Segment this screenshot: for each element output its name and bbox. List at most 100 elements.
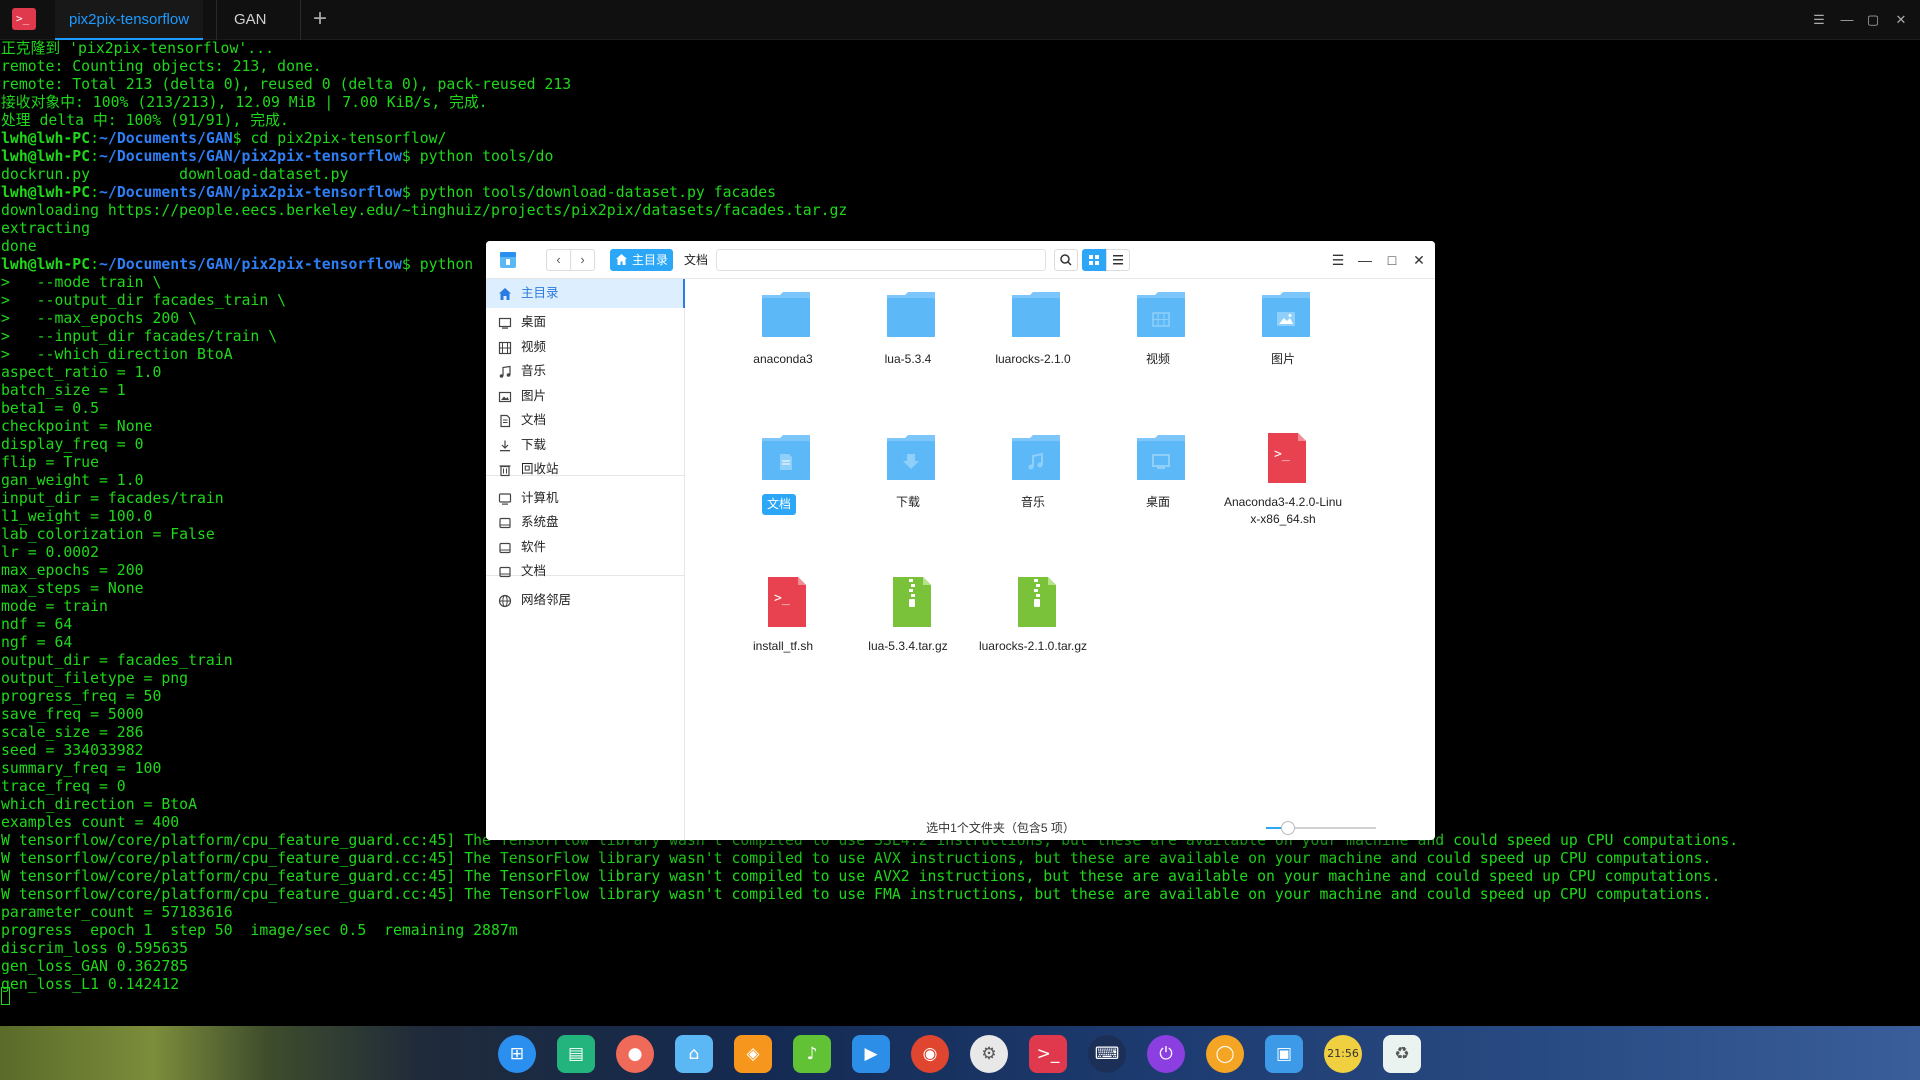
icon-view-button[interactable]: [1082, 249, 1106, 271]
file-name: 下载: [895, 495, 920, 509]
recycle-bin-icon[interactable]: ♻: [1383, 1035, 1421, 1073]
prompt-user: lwh@lwh-PC: [1, 256, 91, 273]
minimize-button[interactable]: —: [1834, 0, 1860, 40]
terminal-text: $ python tools/do: [401, 148, 554, 165]
prompt-user: lwh@lwh-PC: [1, 148, 91, 165]
list-icon: [1113, 255, 1123, 265]
folder-item[interactable]: 桌面: [1098, 432, 1218, 552]
sidebar-item[interactable]: 文档: [486, 557, 685, 586]
terminal-line: remote: Total 213 (delta 0), reused 0 (d…: [1, 76, 1919, 94]
sidebar-item[interactable]: 网络邻居: [486, 586, 685, 615]
terminal-text: scale_size = 286: [1, 724, 144, 741]
tab-pix2pix-tensorflow[interactable]: pix2pix-tensorflow: [55, 0, 204, 40]
terminal-text: $ python tools/download-dataset.py facad…: [401, 184, 777, 201]
clock-icon[interactable]: 21:56: [1324, 1035, 1362, 1073]
terminal-text: gen_loss_L1 0.142412: [1, 976, 180, 993]
breadcrumb-home[interactable]: 主目录: [610, 249, 673, 271]
browser-icon[interactable]: ◯: [1206, 1035, 1244, 1073]
tab-gan[interactable]: GAN: [220, 0, 281, 40]
video-icon: [498, 341, 512, 355]
file-item[interactable]: luarocks-2.1.0.tar.gz: [973, 576, 1093, 696]
sidebar-item-label: 主目录: [521, 286, 559, 300]
terminal-icon[interactable]: >_: [1029, 1035, 1067, 1073]
network-icon: [498, 594, 512, 608]
multitask-view-icon[interactable]: ▤: [557, 1035, 595, 1073]
file-grid[interactable]: anaconda3 lua-5.3.4 luarocks-2.1.0 视频 图片文档 下载…: [686, 279, 1435, 806]
back-button[interactable]: ‹: [546, 249, 571, 271]
maximize-button[interactable]: ▢: [1860, 0, 1886, 40]
terminal-text: W tensorflow/core/platform/cpu_feature_g…: [1, 850, 1712, 867]
dock-glyph: ⌨: [1094, 1044, 1120, 1064]
folder-item[interactable]: 文档: [723, 432, 843, 552]
launcher-icon[interactable]: ⊞: [498, 1035, 536, 1073]
folder-icon: [1137, 435, 1185, 480]
terminal-line: lwh@lwh-PC:~/Documents/GAN/pix2pix-tenso…: [1, 148, 1919, 166]
terminal-text: summary_freq = 100: [1, 760, 162, 777]
terminal-line: 正克隆到 'pix2pix-tensorflow'...: [1, 40, 1919, 58]
power-icon[interactable]: ⏻: [1147, 1035, 1185, 1073]
file-name: Anaconda3-4.2.0-Linux-x86_64.sh: [1223, 495, 1343, 526]
dock-glyph: ▣: [1275, 1044, 1293, 1064]
terminal-text: lr = 0.0002: [1, 544, 99, 561]
close-button[interactable]: ✕: [1888, 0, 1914, 40]
screen-recorder-icon[interactable]: ●: [616, 1035, 654, 1073]
disk-icon: [499, 542, 511, 554]
fm-minimize-button[interactable]: —: [1353, 249, 1377, 271]
file-manager-icon[interactable]: ⌂: [675, 1035, 713, 1073]
terminal-text: discrim_loss 0.595635: [1, 940, 189, 957]
folder-item[interactable]: 下载: [848, 432, 968, 552]
address-bar-input[interactable]: [716, 249, 1046, 271]
folder-item[interactable]: 视频: [1098, 289, 1218, 409]
sidebar-item-label: 文档: [521, 413, 547, 427]
video-player-icon[interactable]: ▶: [852, 1035, 890, 1073]
terminal-text: batch_size = 1: [1, 382, 126, 399]
sidebar-item[interactable]: 主目录: [486, 279, 685, 308]
home-icon: [616, 254, 627, 265]
system-settings-icon[interactable]: ⚙: [970, 1035, 1008, 1073]
search-button[interactable]: [1054, 249, 1078, 271]
image-viewer-icon[interactable]: ▣: [1265, 1035, 1303, 1073]
folder-item[interactable]: anaconda3: [723, 289, 843, 409]
terminal-line: gen_loss_L1 0.142412: [1, 976, 1919, 994]
music-player-icon[interactable]: ♪: [793, 1035, 831, 1073]
desktop-icon: [498, 317, 512, 329]
terminal-line: 处理 delta 中: 100% (91/91), 完成.: [1, 112, 1919, 130]
file-name: anaconda3: [753, 352, 813, 366]
app-store-icon[interactable]: ◈: [734, 1035, 772, 1073]
dock-glyph: ♻: [1394, 1044, 1410, 1064]
folder-item[interactable]: 图片: [1223, 289, 1343, 409]
list-view-button[interactable]: [1106, 249, 1130, 271]
sidebar-item[interactable]: 回收站: [486, 455, 685, 484]
folder-item[interactable]: luarocks-2.1.0: [973, 289, 1093, 409]
dock-glyph: ◈: [746, 1044, 760, 1064]
search-icon: [1060, 254, 1072, 266]
file-manager-window[interactable]: ‹ › 主目录 文档 ☰ — □ ✕ 主目录 桌面 视频 音乐 图片 文档 下载 回收站 计算机…: [486, 241, 1435, 840]
prompt-user: lwh@lwh-PC: [1, 130, 91, 147]
file-item[interactable]: >_ install_tf.sh: [723, 576, 843, 696]
fm-menu-button[interactable]: ☰: [1326, 249, 1350, 271]
fm-close-button[interactable]: ✕: [1407, 249, 1431, 271]
forward-button[interactable]: ›: [570, 249, 595, 271]
new-tab-button[interactable]: +: [305, 0, 335, 40]
fm-maximize-button[interactable]: □: [1380, 249, 1404, 271]
terminal-text: done: [1, 238, 37, 255]
chrome-browser-icon[interactable]: ◉: [911, 1035, 949, 1073]
folder-item[interactable]: 音乐: [973, 432, 1093, 552]
sidebar-item-label: 文档: [521, 564, 547, 578]
zoom-slider[interactable]: [1266, 821, 1376, 835]
terminal-text: :: [90, 148, 100, 165]
terminal-text: progress_freq = 50: [1, 688, 162, 705]
shell-script-icon: >_: [1268, 433, 1306, 483]
file-item[interactable]: >_ Anaconda3-4.2.0-Linux-x86_64.sh: [1223, 432, 1343, 552]
prompt-path: ~/Documents/GAN/pix2pix-tensorflow: [99, 148, 402, 165]
breadcrumb-current[interactable]: 文档: [678, 249, 714, 271]
terminal-text: aspect_ratio = 1.0: [1, 364, 162, 381]
sidebar-item-label: 图片: [521, 389, 547, 403]
zoom-slider-handle[interactable]: [1281, 821, 1295, 835]
file-item[interactable]: lua-5.3.4.tar.gz: [848, 576, 968, 696]
terminal-text: dockrun.py download-dataset.py: [1, 166, 349, 183]
menu-button[interactable]: ☰: [1806, 0, 1832, 40]
folder-item[interactable]: lua-5.3.4: [848, 289, 968, 409]
music-icon: [499, 365, 511, 378]
theme-switcher-icon[interactable]: ⌨: [1088, 1035, 1126, 1073]
